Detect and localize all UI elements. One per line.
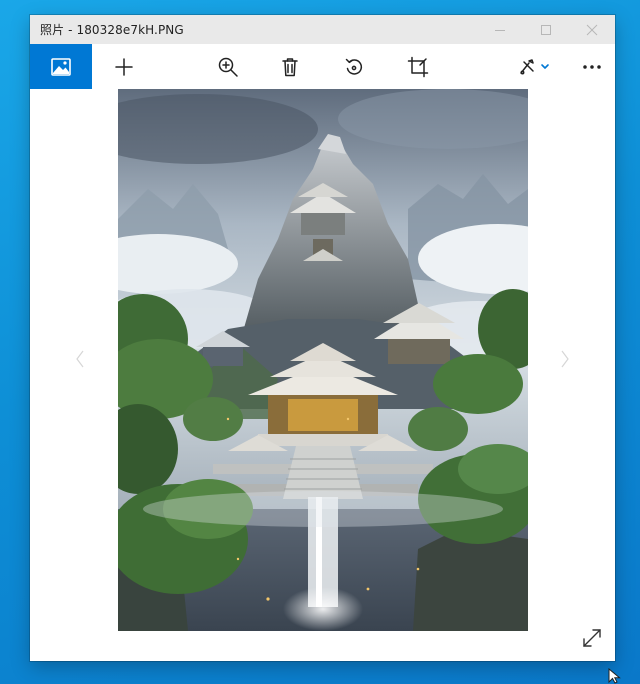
chevron-left-icon bbox=[76, 350, 84, 368]
close-button[interactable] bbox=[569, 15, 615, 44]
maximize-button[interactable] bbox=[523, 15, 569, 44]
rotate-button[interactable] bbox=[332, 44, 376, 89]
zoom-button[interactable] bbox=[206, 44, 250, 89]
close-icon bbox=[586, 24, 598, 35]
crop-icon bbox=[407, 56, 429, 77]
mouse-cursor-icon bbox=[608, 668, 621, 684]
more-icon bbox=[583, 64, 601, 69]
fullscreen-button[interactable] bbox=[581, 627, 603, 649]
zoom-in-icon bbox=[218, 57, 238, 77]
photos-window: 照片 - 180328e7kH.PNG bbox=[30, 15, 615, 661]
rotate-icon bbox=[345, 58, 363, 75]
trash-icon bbox=[282, 57, 298, 76]
edit-draw-button[interactable] bbox=[510, 44, 560, 89]
title-bar[interactable]: 照片 - 180328e7kH.PNG bbox=[30, 15, 615, 44]
minimize-button[interactable] bbox=[477, 15, 523, 44]
minimize-icon bbox=[495, 29, 505, 31]
draw-icon bbox=[520, 58, 549, 74]
photo-stage bbox=[30, 89, 615, 661]
next-photo-arrow[interactable] bbox=[555, 344, 575, 374]
photo-image[interactable] bbox=[118, 89, 528, 631]
previous-photo-arrow[interactable] bbox=[70, 344, 90, 374]
window-title: 照片 - 180328e7kH.PNG bbox=[40, 23, 184, 37]
chevron-right-icon bbox=[561, 350, 569, 368]
delete-button[interactable] bbox=[268, 44, 312, 89]
crop-button[interactable] bbox=[396, 44, 440, 89]
plus-icon bbox=[115, 57, 133, 76]
photos-home-button[interactable] bbox=[30, 44, 92, 89]
toolbar bbox=[30, 44, 615, 89]
fantasy-temple-image bbox=[118, 89, 528, 631]
more-button[interactable] bbox=[570, 44, 614, 89]
picture-icon bbox=[51, 57, 71, 76]
add-button[interactable] bbox=[102, 44, 146, 89]
maximize-icon bbox=[541, 24, 551, 35]
expand-icon bbox=[583, 629, 601, 647]
